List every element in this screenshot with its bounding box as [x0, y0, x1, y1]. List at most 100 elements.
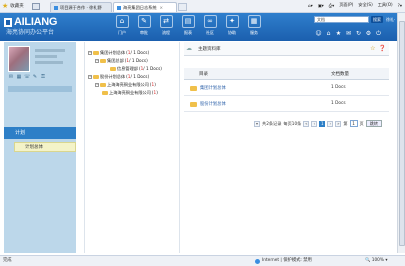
folder-tree: − 集团计划总体 (1/ 1 Docs) − 集团总部 (1/ 1 Docs) 信息… [84, 42, 180, 253]
tree-node[interactable]: 信息管理部 (1/ 1 Docs) [110, 66, 162, 72]
new-tab-button[interactable] [178, 3, 187, 11]
search-input[interactable]: 文档 [314, 16, 369, 23]
favorite-star-icon[interactable]: ☆ [370, 45, 375, 52]
help-icon[interactable]: ?▾ [398, 3, 402, 8]
power-icon[interactable]: ⏻ [375, 30, 382, 37]
feeds-icon[interactable]: ▣▾ [318, 3, 324, 8]
page-title: 主题资料库 [198, 47, 221, 52]
zoom-level[interactable]: 🔍 100% ▾ [365, 256, 388, 266]
browser-tab-2[interactable]: 海亮集团日志系统 × [113, 2, 177, 12]
folder-icon [190, 85, 197, 91]
folder-icon [102, 91, 108, 95]
home-icon[interactable]: ⌂▾ [308, 3, 313, 8]
logo[interactable]: AILIANG 海亮协同办公平台 [4, 15, 74, 39]
favorites-bar: ★ 收藏夹 [2, 2, 40, 10]
pager-per-page: 每页10条 [283, 120, 302, 126]
pager-dropdown-icon[interactable]: ▾ [254, 120, 260, 127]
column-header[interactable]: 目录 [199, 71, 208, 77]
mail-icon[interactable]: ✉ [345, 30, 352, 37]
nav-label: 流程 [162, 30, 170, 35]
tree-node[interactable]: − 股份计划总体 (1/ 1 Docs) [88, 74, 149, 80]
favorites-label[interactable]: 收藏夹 [10, 3, 24, 9]
tab-label: 项目源于合作 · 徐礼野 [60, 5, 102, 10]
tree-toggle[interactable]: − [95, 83, 99, 87]
zoom-value: 100% [371, 258, 385, 263]
home-icon[interactable]: ⌂ [325, 30, 332, 37]
tree-toggle[interactable]: − [95, 59, 99, 63]
tab-favicon-icon [54, 6, 58, 10]
table-row[interactable]: 集团计划总体 1 Docs [184, 80, 389, 96]
scrollbar-thumb[interactable] [399, 21, 405, 246]
settings-icon[interactable]: ⚙ [365, 30, 372, 37]
last-page-button[interactable]: » [335, 120, 342, 127]
toolbar-actions: ☆ ❓ [370, 45, 386, 52]
tree-toggle[interactable]: − [88, 75, 92, 79]
tree-node-label: 集团计划总体 [100, 50, 126, 55]
calendar-icon[interactable]: ▦ [16, 75, 22, 80]
lock-icon[interactable]: ⚿ [40, 75, 46, 80]
main-nav: ⌂ 门户 ✎ 审批 ⇄ 流程 ▤ 报表 ∞ 社区 ✦ 协助 ▦ 服务 [111, 15, 265, 39]
nav-label: 协助 [228, 30, 236, 35]
tree-node[interactable]: 上海海亮铜业有限公司 (1) [102, 90, 158, 96]
nav-item-flow[interactable]: ⇄ 流程 [155, 15, 177, 39]
nav-item-community[interactable]: ∞ 社区 [199, 15, 221, 39]
page-number-button[interactable]: 1 [319, 120, 326, 127]
pager-total: 共2条记录 [262, 120, 282, 126]
quick-tabs-icon[interactable] [31, 2, 40, 10]
close-tab-icon[interactable]: × [160, 5, 164, 10]
community-icon: ∞ [203, 15, 217, 28]
tree-node[interactable]: − 集团总部 (1/ 1 Docs) [95, 58, 148, 64]
menu-header[interactable]: 计划 [4, 127, 76, 139]
nav-item-report[interactable]: ▤ 报表 [177, 15, 199, 39]
prev-page-button[interactable]: ‹ [311, 120, 318, 127]
menu-tools[interactable]: 工具(O) [378, 2, 393, 8]
jump-button[interactable]: 跳转 [365, 120, 383, 127]
chat-icon[interactable]: ☏ [24, 75, 30, 80]
note-icon[interactable]: ✎ [32, 75, 38, 80]
nav-item-assist[interactable]: ✦ 协助 [221, 15, 243, 39]
avatar[interactable] [8, 46, 30, 72]
app-header: AILIANG 海亮协同办公平台 ⌂ 门户 ✎ 审批 ⇄ 流程 ▤ 报表 ∞ 社区 ✦ 协助… [0, 13, 405, 41]
menu-item-plan-overview[interactable]: 计划总体 [14, 142, 76, 152]
browser-tab-1[interactable]: 项目源于合作 · 徐礼野 [50, 2, 112, 12]
row-docs: 1 Docs [331, 85, 346, 90]
count-value: 1 [151, 82, 155, 87]
menu-page[interactable]: 页面(P) [339, 2, 353, 8]
user-name[interactable]: 徐礼· [386, 17, 395, 23]
help-icon[interactable]: ❓ [379, 45, 386, 52]
next-page-button[interactable]: › [327, 120, 334, 127]
nav-item-approve[interactable]: ✎ 审批 [133, 15, 155, 39]
refresh-icon[interactable]: ↻ [355, 30, 362, 37]
flow-icon: ⇄ [159, 15, 173, 28]
favorites-star-icon[interactable]: ★ [2, 2, 8, 10]
print-icon[interactable]: ⎙▾ [329, 3, 334, 8]
folder-icon [93, 75, 99, 79]
nav-item-portal[interactable]: ⌂ 门户 [111, 15, 133, 39]
tree-node[interactable]: − 集团计划总体 (1/ 1 Docs) [88, 50, 149, 56]
home-icon: ⌂ [115, 15, 129, 28]
tree-node-label: 上海海亮铜业有限公司 [109, 90, 151, 95]
logo-mark-icon [4, 18, 12, 27]
tree-node[interactable]: − 上海海亮铜业有限公司 (1) [95, 82, 156, 88]
first-page-button[interactable]: « [303, 120, 310, 127]
approve-icon: ✎ [137, 15, 151, 28]
header-icons: ☺ ⌂ ★ ✉ ↻ ⚙ ⏻ [315, 30, 382, 37]
search-button[interactable]: 搜索 [371, 16, 383, 23]
folder-icon [93, 51, 99, 55]
menu-safety[interactable]: 安全(S) [358, 2, 372, 8]
row-name[interactable]: 集团计划总体 [190, 85, 226, 91]
user-icon[interactable]: ☺ [315, 30, 322, 37]
tree-toggle[interactable]: − [88, 51, 92, 55]
table-row[interactable]: 股份计划总体 1 Docs [184, 96, 389, 112]
count-value: 1 [127, 50, 131, 55]
docs-value: 1 Docs [131, 58, 147, 63]
star-icon[interactable]: ★ [335, 30, 342, 37]
column-header[interactable]: 文档数量 [331, 71, 349, 77]
mail-icon[interactable]: ✉ [8, 75, 14, 80]
main-panel: ☁ 主题资料库 ☆ ❓ 目录 文档数量 集团计划总体 1 Docs 股份计划总体… [184, 42, 389, 253]
page-number-input[interactable]: 1 [349, 120, 358, 127]
globe-icon [255, 258, 260, 264]
page-scrollbar[interactable] [397, 13, 405, 253]
nav-item-service[interactable]: ▦ 服务 [243, 15, 265, 39]
row-name[interactable]: 股份计划总体 [190, 101, 226, 107]
